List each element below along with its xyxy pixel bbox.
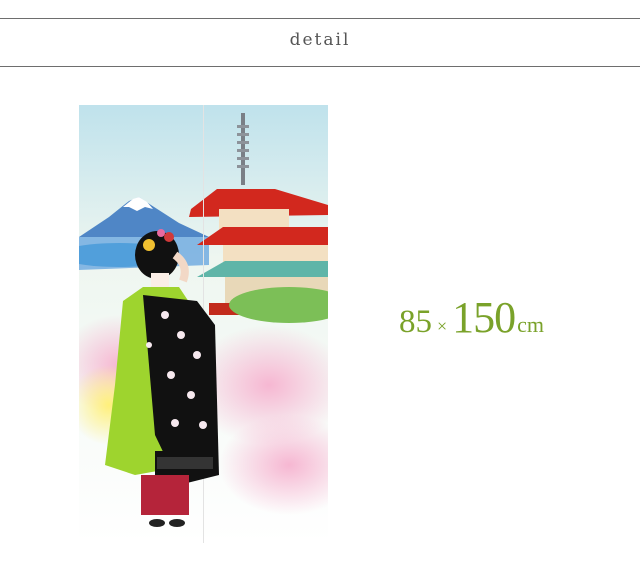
height-value: 150 [452, 293, 516, 342]
width-value: 85 [399, 304, 432, 340]
size-label: 85 × 150cm [399, 292, 544, 343]
section-title: detail [289, 30, 351, 50]
header-rule-top [0, 18, 640, 19]
unit-label: cm [517, 312, 545, 337]
noren-curtain-image [79, 105, 328, 543]
times-symbol: × [437, 316, 448, 336]
header-rule-bottom [0, 66, 640, 67]
